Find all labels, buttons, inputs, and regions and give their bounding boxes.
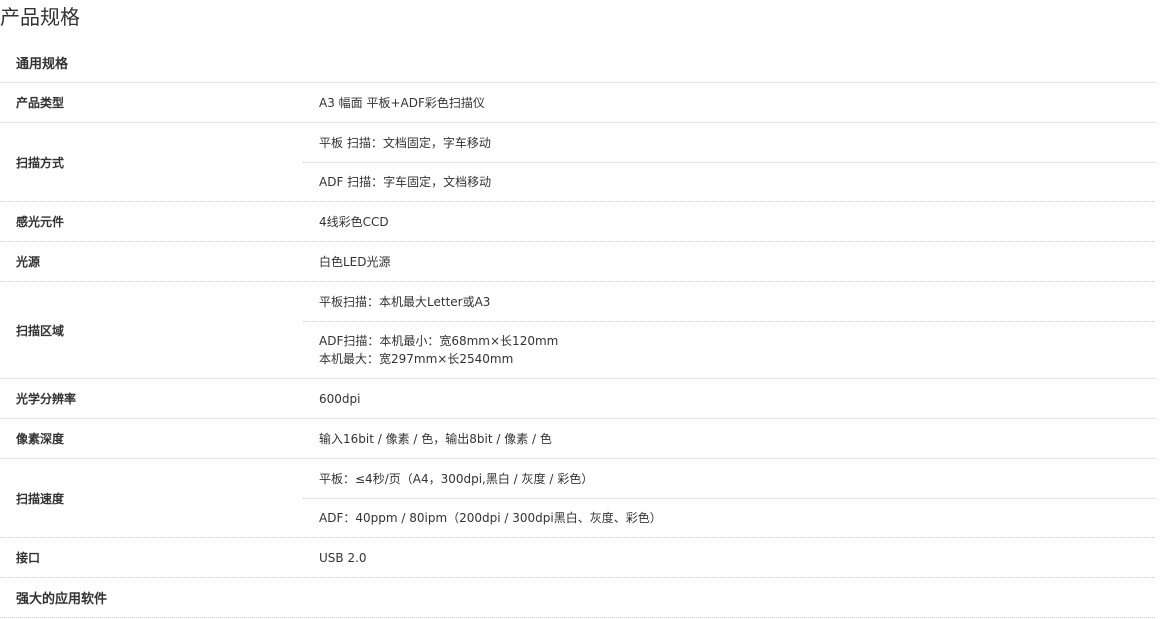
- spec-value: 平板：≤4秒/页（A4，300dpi,黑白 / 灰度 / 彩色）: [319, 471, 594, 486]
- spec-value: USB 2.0: [319, 550, 367, 565]
- spec-value: ADF 扫描：字车固定，文档移动: [303, 162, 1155, 201]
- spec-label: 接口: [0, 538, 303, 577]
- spec-label: 光源: [0, 242, 303, 281]
- spec-row-pixel-depth: 像素深度 输入16bit / 像素 / 色，输出8bit / 像素 / 色: [0, 419, 1155, 459]
- spec-row-scan-area: 扫描区域 平板扫描：本机最大Letter或A3 ADF扫描：本机最小：宽68mm…: [0, 282, 1155, 379]
- spec-row-scan-method: 扫描方式 平板 扫描：文档固定，字车移动 ADF 扫描：字车固定，文档移动: [0, 123, 1155, 202]
- spec-table: 通用规格 产品类型 A3 幅面 平板+ADF彩色扫描仪 扫描方式 平板 扫描：文…: [0, 43, 1155, 618]
- spec-label: 产品类型: [0, 83, 303, 122]
- page-title: 产品规格: [0, 5, 80, 29]
- spec-value-multiline: ADF扫描：本机最小：宽68mm×长120mm 本机最大：宽297mm×长254…: [303, 321, 1155, 378]
- section-header-software: 强大的应用软件: [0, 578, 1155, 618]
- spec-label: 光学分辨率: [0, 379, 303, 418]
- section-header-general: 通用规格: [0, 43, 1155, 83]
- spec-value: 白色LED光源: [319, 254, 391, 269]
- spec-value: 600dpi: [319, 391, 361, 406]
- spec-row-sensor: 感光元件 4线彩色CCD: [0, 202, 1155, 242]
- spec-value: 输入16bit / 像素 / 色，输出8bit / 像素 / 色: [319, 431, 552, 446]
- spec-row-resolution: 光学分辨率 600dpi: [0, 379, 1155, 419]
- spec-row-scan-speed: 扫描速度 平板：≤4秒/页（A4，300dpi,黑白 / 灰度 / 彩色） AD…: [0, 459, 1155, 538]
- spec-label: 扫描方式: [0, 123, 303, 201]
- spec-value-line: ADF扫描：本机最小：宽68mm×长120mm: [319, 334, 559, 348]
- spec-value-line: 本机最大：宽297mm×长2540mm: [319, 352, 514, 366]
- spec-row-light-source: 光源 白色LED光源: [0, 242, 1155, 282]
- spec-row-interface: 接口 USB 2.0: [0, 538, 1155, 578]
- spec-label: 扫描区域: [0, 282, 303, 378]
- spec-label: 像素深度: [0, 419, 303, 458]
- spec-value: 平板扫描：本机最大Letter或A3: [319, 294, 491, 309]
- spec-label: 扫描速度: [0, 459, 303, 537]
- spec-value: 平板 扫描：文档固定，字车移动: [319, 135, 491, 150]
- spec-row-product-type: 产品类型 A3 幅面 平板+ADF彩色扫描仪: [0, 83, 1155, 123]
- spec-value: ADF：40ppm / 80ipm（200dpi / 300dpi黑白、灰度、彩…: [303, 498, 1155, 537]
- spec-value: A3 幅面 平板+ADF彩色扫描仪: [319, 95, 485, 110]
- spec-label: 感光元件: [0, 202, 303, 241]
- spec-value: 4线彩色CCD: [319, 214, 389, 229]
